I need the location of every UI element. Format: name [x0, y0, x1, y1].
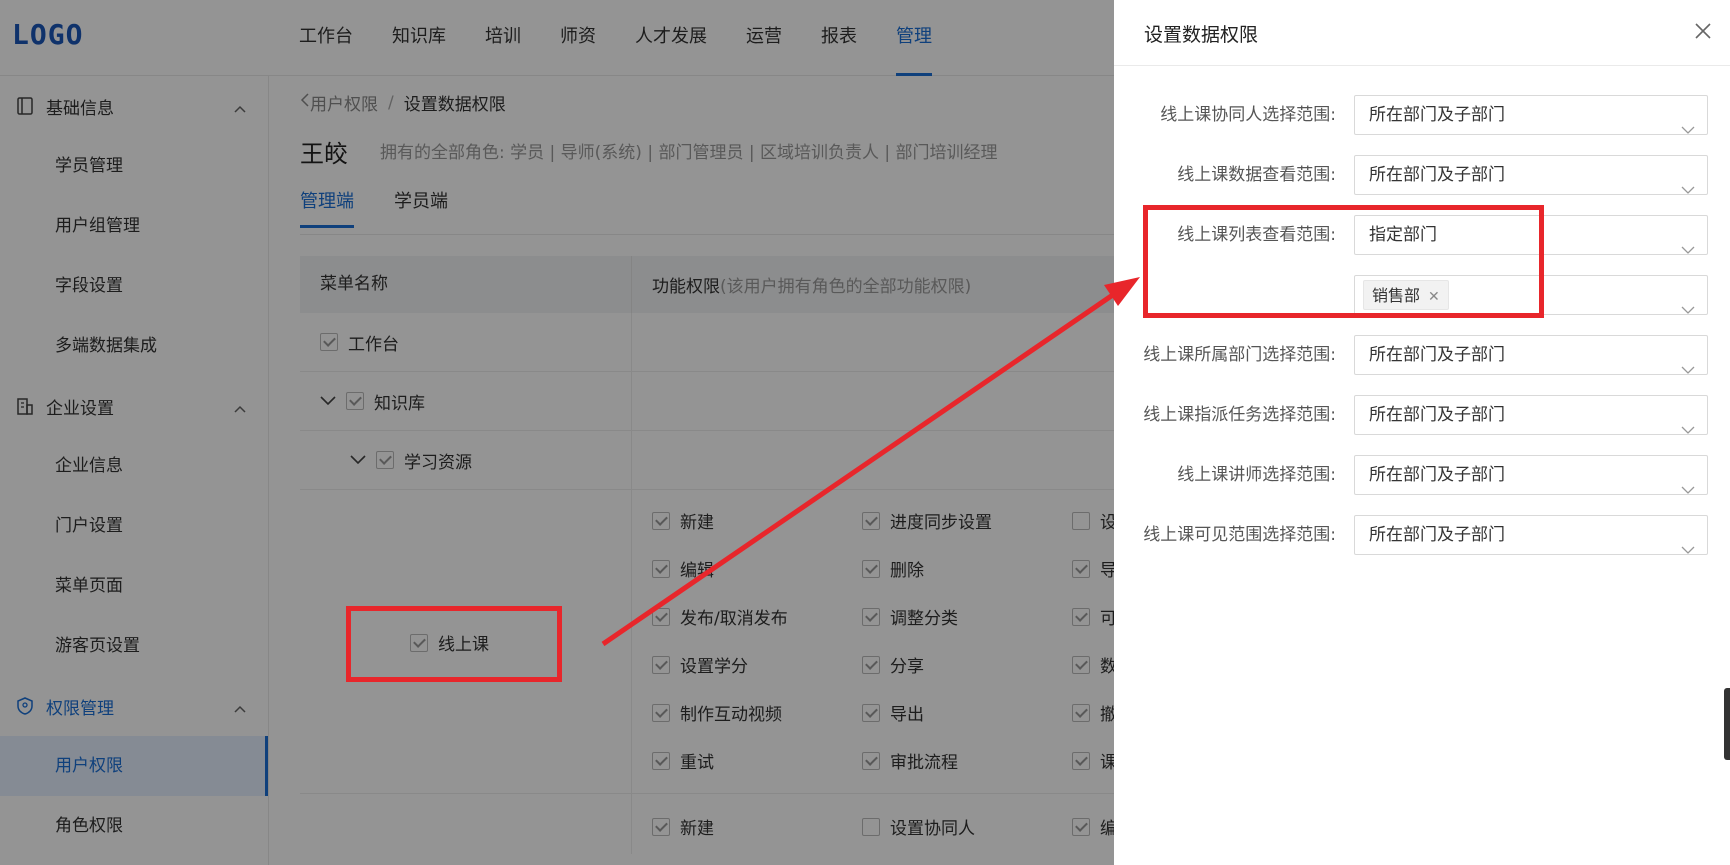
- annotation-arrow: [601, 277, 1140, 647]
